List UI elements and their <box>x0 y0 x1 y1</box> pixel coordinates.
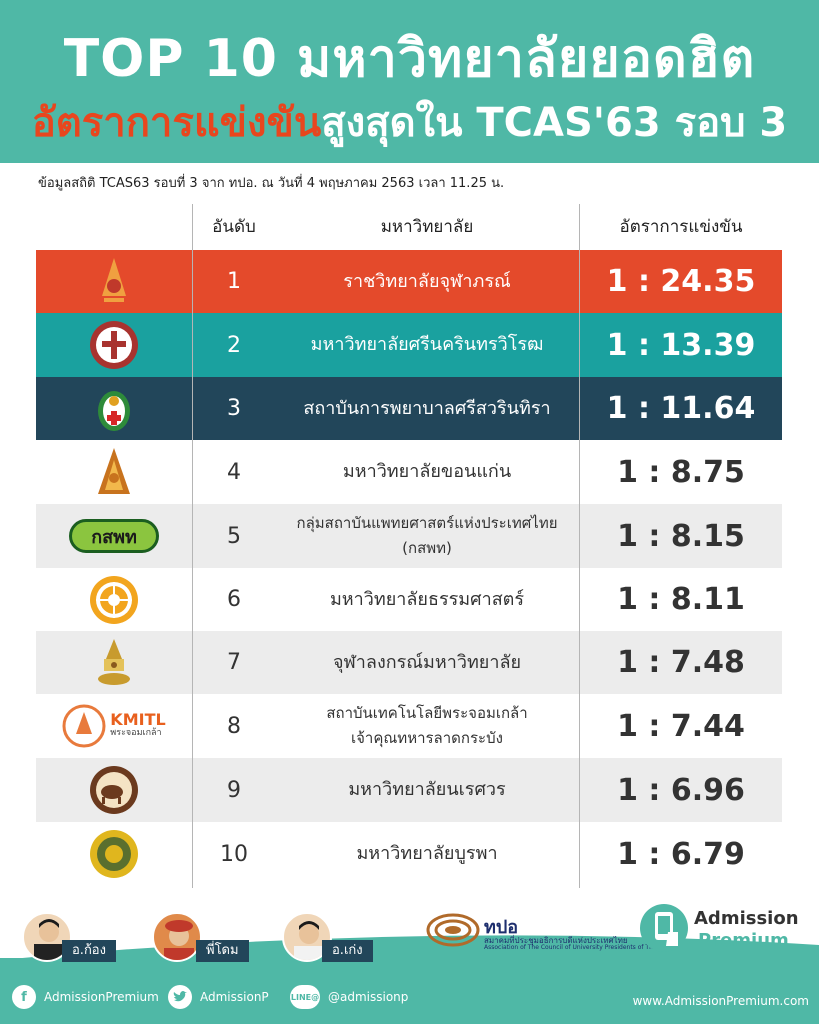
kmitl-emblem-icon <box>62 704 106 748</box>
tutor-label: อ.ก้อง <box>62 940 116 962</box>
ratio-value: 1 : 8.11 <box>617 582 745 617</box>
table-row: 4 มหาวิทยาลัยขอนแก่น 1 : 8.75 <box>36 440 782 504</box>
line-icon: LINE@ <box>290 985 320 1009</box>
facebook-icon: f <box>12 985 36 1009</box>
table-row: 6 มหาวิทยาลัยธรรมศาสตร์ 1 : 8.11 <box>36 568 782 631</box>
page-subtitle: อัตราการแข่งขันสูงสุดใน TCAS'63 รอบ 3 <box>0 90 819 154</box>
header-rank: อันดับ <box>212 217 256 237</box>
university-name: มหาวิทยาลัยขอนแก่น <box>342 461 512 483</box>
brand-line1: Admission <box>694 908 799 929</box>
university-name-line1: กลุ่มสถาบันแพทยศาสตร์แห่งประเทศไทย <box>296 514 558 533</box>
table-row: กสพท 5 กลุ่มสถาบันแพทยศาสตร์แห่งประเทศไท… <box>36 504 782 568</box>
rank-cell: 1 <box>227 269 241 294</box>
ratio-value: 1 : 6.96 <box>617 772 745 808</box>
twitter-link[interactable]: AdmissionP <box>168 985 269 1009</box>
ratio-value: 1 : 7.44 <box>617 708 745 744</box>
tu-logo <box>36 568 192 631</box>
subtitle-highlight: อัตราการแข่งขัน <box>31 100 322 146</box>
ratio-value: 1 : 6.79 <box>617 836 745 872</box>
avatar <box>152 912 202 962</box>
table-row: 1 ราชวิทยาลัยจุฬาภรณ์ 1 : 24.35 <box>36 250 782 313</box>
column-divider <box>579 204 580 888</box>
nu-logo <box>36 758 192 822</box>
ratio-value: 1 : 8.15 <box>617 518 745 554</box>
university-name: มหาวิทยาลัยศรีนครินทรวิโรฒ <box>310 334 544 356</box>
line-handle: @admissionp <box>328 990 409 1004</box>
line-link[interactable]: LINE@ @admissionp <box>290 985 408 1009</box>
university-name: กลุ่มสถาบันแพทยศาสตร์แห่งประเทศไทย (กสพท… <box>276 504 578 568</box>
rank-cell: 5 <box>227 523 241 549</box>
tutor-label: อ.เก่ง <box>322 940 373 962</box>
cupt-emblem-icon <box>426 913 480 947</box>
buu-logo <box>36 822 192 886</box>
rank-cell: 7 <box>227 650 241 675</box>
header-banner: TOP 10 มหาวิทยาลัยยอดฮิต อัตราการแข่งขัน… <box>0 0 819 163</box>
cupt-logo: ทปอ สมาคมที่ประชุมอธิการบดีแห่งประเทศไทย… <box>426 910 671 954</box>
chulabhorn-logo <box>36 250 192 313</box>
tutor-card: อ.เก่ง <box>282 912 392 964</box>
university-name: มหาวิทยาลัยนเรศวร <box>348 779 506 801</box>
header-university: มหาวิทยาลัย <box>380 217 474 237</box>
tutor-card: อ.ก้อง <box>22 912 132 964</box>
kmitl-logo-text: KMITL <box>110 710 166 730</box>
ratio-value: 1 : 24.35 <box>606 264 756 299</box>
brand-line2: Premium <box>698 930 789 951</box>
rank-cell: 6 <box>227 587 241 612</box>
university-name: จุฬาลงกรณ์มหาวิทยาลัย <box>332 651 522 673</box>
tutor-label: พี่โดม <box>196 940 249 962</box>
facebook-handle: AdmissionPremium <box>44 990 159 1004</box>
ratio-value: 1 : 13.39 <box>606 327 756 363</box>
swu-logo <box>36 313 192 377</box>
kspt-logo-text: กสพท <box>69 519 159 553</box>
university-name-line2: (กสพท) <box>402 539 452 557</box>
kmitl-logo-subtext: พระจอมเกล้า <box>110 728 162 739</box>
ratio-value: 1 : 11.64 <box>606 391 756 426</box>
university-name: สถาบันการพยาบาลศรีสวรินทิรา <box>303 397 551 419</box>
phone-hand-icon <box>640 904 688 952</box>
rank-cell: 8 <box>227 713 241 739</box>
ratio-value: 1 : 7.48 <box>617 645 745 680</box>
university-name: มหาวิทยาลัยธรรมศาสตร์ <box>329 588 525 610</box>
tutor-card: พี่โดม <box>152 912 262 964</box>
srisavarindhira-logo <box>36 377 192 440</box>
university-name: ราชวิทยาลัยจุฬาภรณ์ <box>343 270 511 292</box>
university-name-line2: เจ้าคุณทหารลาดกระบัง <box>351 729 503 747</box>
twitter-handle: AdmissionP <box>200 990 269 1004</box>
column-divider <box>192 204 193 888</box>
facebook-link[interactable]: f AdmissionPremium <box>12 985 159 1009</box>
table-row: 3 สถาบันการพยาบาลศรีสวรินทิรา 1 : 11.64 <box>36 377 782 440</box>
university-name: มหาวิทยาลัยบูรพา <box>356 843 498 865</box>
rank-cell: 10 <box>220 841 248 867</box>
rank-cell: 4 <box>227 459 241 485</box>
table-row: 10 มหาวิทยาลัยบูรพา 1 : 6.79 <box>36 822 782 886</box>
university-name-line1: สถาบันเทคโนโลยีพระจอมเกล้า <box>326 704 528 723</box>
table-row: 9 มหาวิทยาลัยนเรศวร 1 : 6.96 <box>36 758 782 822</box>
kspt-logo: กสพท <box>36 504 192 568</box>
table-row: KMITL พระจอมเกล้า 8 สถาบันเทคโนโลยีพระจอ… <box>36 694 782 758</box>
rank-cell: 3 <box>227 396 241 421</box>
website-link[interactable]: www.AdmissionPremium.com <box>633 994 809 1008</box>
source-note: ข้อมูลสถิติ TCAS63 รอบที่ 3 จาก ทปอ. ณ ว… <box>38 176 505 191</box>
admission-premium-logo: Admission Premium <box>638 902 799 958</box>
rank-cell: 9 <box>227 777 241 803</box>
ratio-value: 1 : 8.75 <box>617 454 745 490</box>
page-title: TOP 10 มหาวิทยาลัยยอดฮิต <box>63 29 756 89</box>
table-row: 2 มหาวิทยาลัยศรีนครินทรวิโรฒ 1 : 13.39 <box>36 313 782 377</box>
rank-cell: 2 <box>227 332 241 358</box>
twitter-icon <box>168 985 192 1009</box>
kku-logo <box>36 440 192 504</box>
subtitle-rest: สูงสุดใน TCAS'63 รอบ 3 <box>321 100 788 146</box>
header-ratio: อัตราการแข่งขัน <box>619 217 743 237</box>
kmitl-logo: KMITL พระจอมเกล้า <box>36 694 192 758</box>
chula-logo <box>36 631 192 694</box>
university-name: สถาบันเทคโนโลยีพระจอมเกล้า เจ้าคุณทหารลา… <box>276 694 578 758</box>
table-row: 7 จุฬาลงกรณ์มหาวิทยาลัย 1 : 7.48 <box>36 631 782 694</box>
